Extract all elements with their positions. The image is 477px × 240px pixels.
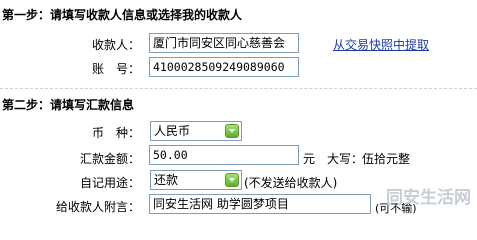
message-label: 给收款人附言： — [55, 200, 140, 214]
purpose-value: 还款 — [154, 173, 179, 187]
amount-input[interactable]: 50.00 — [149, 145, 299, 165]
currency-label: 币 种： — [91, 126, 140, 140]
capital-label: 大写： — [327, 152, 364, 166]
payee-input[interactable]: 厦门市同安区同心慈善会 — [149, 33, 299, 53]
purpose-select[interactable]: 还款 — [150, 170, 242, 190]
account-input[interactable]: 4100028509249089060 — [149, 57, 299, 77]
step1-title: 第一步：请填写收款人信息或选择我的收款人 — [2, 8, 243, 22]
capital-amount: 伍拾元整 — [362, 152, 411, 166]
step2-title: 第二步：请填写汇款信息 — [2, 98, 135, 112]
message-input[interactable]: 同安生活网 助学圆梦项目 — [149, 194, 371, 214]
section-divider — [0, 88, 477, 89]
amount-label: 汇款金额： — [79, 152, 140, 166]
purpose-label: 自记用途： — [79, 176, 140, 190]
amount-unit: 元 — [303, 152, 316, 166]
chevron-down-icon[interactable] — [225, 124, 239, 138]
payee-label: 收款人： — [91, 38, 140, 52]
snapshot-extract-link[interactable]: 从交易快照中提取 — [333, 36, 429, 53]
chevron-down-icon[interactable] — [225, 173, 239, 187]
site-watermark: 同安生活网 — [386, 188, 471, 208]
purpose-note: (不发送给收款人) — [244, 176, 338, 190]
currency-select[interactable]: 人民币 — [150, 121, 242, 141]
account-label: 账 号： — [91, 62, 140, 76]
currency-value: 人民币 — [154, 124, 191, 138]
